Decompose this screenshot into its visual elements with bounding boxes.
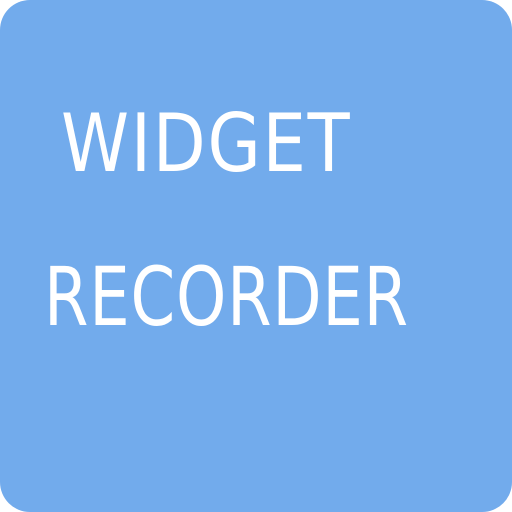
app-icon[interactable]: WIDGET RECORDER <box>0 0 512 512</box>
app-title-line-2: RECORDER <box>44 251 409 345</box>
app-title-line-1: WIDGET <box>61 97 352 190</box>
